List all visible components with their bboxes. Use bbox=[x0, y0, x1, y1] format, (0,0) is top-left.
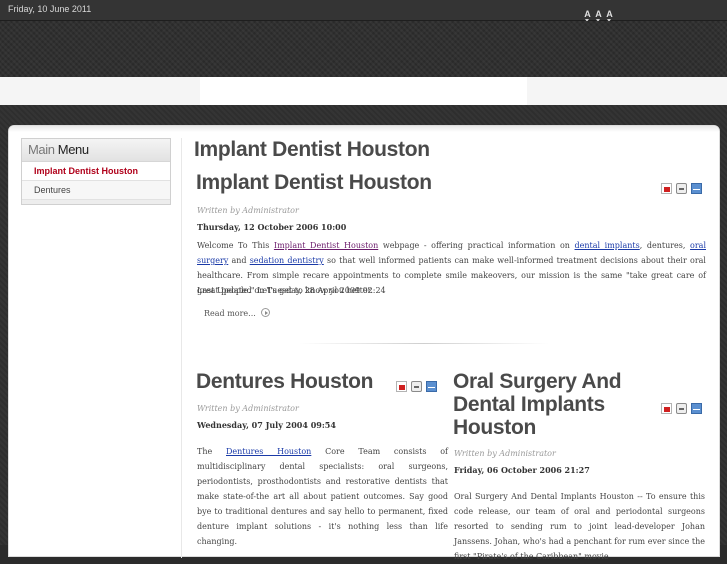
font-decrease-button[interactable]: A bbox=[604, 9, 615, 22]
article-author: Written by Administrator bbox=[197, 206, 299, 215]
article-author: Written by Administrator bbox=[197, 404, 299, 413]
link-implant-dentist-houston[interactable]: Implant Dentist Houston bbox=[274, 241, 378, 250]
link-dentures-houston[interactable]: Dentures Houston bbox=[226, 447, 311, 456]
font-increase-button[interactable]: A bbox=[582, 9, 593, 22]
article-title[interactable]: Implant Dentist Houston bbox=[196, 171, 432, 195]
article-title-line: Dental Implants bbox=[453, 393, 605, 416]
link-sedation-dentistry[interactable]: sedation dentistry bbox=[250, 256, 324, 265]
article-actions bbox=[661, 399, 706, 418]
email-icon[interactable] bbox=[691, 403, 702, 414]
menu-title-part2: Menu bbox=[57, 142, 89, 157]
read-more-link[interactable]: Read more... bbox=[204, 309, 256, 318]
main-menu: Main Menu Implant Dentist Houston Dentur… bbox=[21, 138, 171, 205]
print-icon[interactable] bbox=[676, 183, 687, 194]
body-text: Oral Surgery And Dental Implants Houston… bbox=[454, 492, 705, 561]
main-menu-title: Main Menu bbox=[22, 139, 170, 162]
email-icon[interactable] bbox=[691, 183, 702, 194]
page-top-shade bbox=[9, 126, 719, 132]
pdf-icon[interactable] bbox=[396, 381, 407, 392]
content-page: Main Menu Implant Dentist Houston Dentur… bbox=[8, 125, 720, 561]
body-text: webpage - offering practical information… bbox=[378, 241, 575, 250]
current-date: Friday, 10 June 2011 bbox=[8, 4, 92, 14]
article-date: Wednesday, 07 July 2004 09:54 bbox=[197, 420, 336, 430]
header-banner bbox=[0, 21, 727, 77]
menu-footer bbox=[22, 200, 170, 204]
pdf-icon[interactable] bbox=[661, 403, 672, 414]
article-author: Written by Administrator bbox=[454, 449, 556, 458]
arrow-circle-icon[interactable] bbox=[261, 308, 270, 317]
top-bar: Friday, 10 June 2011 AAA bbox=[0, 0, 727, 22]
menu-title-part1: Main bbox=[28, 142, 55, 157]
pdf-icon[interactable] bbox=[661, 183, 672, 194]
body-text: The bbox=[197, 447, 226, 456]
body-text: , dentures, bbox=[639, 241, 691, 250]
print-icon[interactable] bbox=[411, 381, 422, 392]
menu-item-implant-dentist-houston[interactable]: Implant Dentist Houston bbox=[22, 162, 170, 181]
article-title[interactable]: Oral Surgery And Dental Implants Houston bbox=[453, 370, 622, 439]
link-dental-implants[interactable]: dental implants bbox=[575, 241, 640, 250]
body-text: Welcome To This bbox=[197, 241, 274, 250]
article-date: Thursday, 12 October 2006 10:00 bbox=[197, 222, 347, 232]
article-separator bbox=[299, 343, 549, 344]
menu-item-dentures[interactable]: Dentures bbox=[22, 181, 170, 200]
column-divider bbox=[181, 138, 182, 558]
last-updated: Last Updated on Tuesday, 28 April 2009 0… bbox=[197, 286, 386, 295]
body-text: and bbox=[228, 256, 250, 265]
article-actions bbox=[396, 377, 441, 396]
font-size-controls: AAA bbox=[582, 2, 615, 22]
article-actions bbox=[661, 179, 706, 198]
font-reset-button[interactable]: A bbox=[593, 9, 604, 22]
article-title-line: Houston bbox=[453, 416, 537, 439]
component-heading: Implant Dentist Houston bbox=[194, 138, 430, 161]
article-title-line: Oral Surgery And bbox=[453, 370, 622, 393]
article-body: Oral Surgery And Dental Implants Houston… bbox=[454, 489, 705, 564]
header-strip bbox=[0, 77, 727, 105]
article-date: Friday, 06 October 2006 21:27 bbox=[454, 465, 590, 475]
email-icon[interactable] bbox=[426, 381, 437, 392]
article-body: The Dentures Houston Core Team consists … bbox=[197, 444, 448, 549]
print-icon[interactable] bbox=[676, 403, 687, 414]
article-title[interactable]: Dentures Houston bbox=[196, 370, 374, 394]
body-text: Core Team consists of multidisciplinary … bbox=[197, 447, 449, 546]
